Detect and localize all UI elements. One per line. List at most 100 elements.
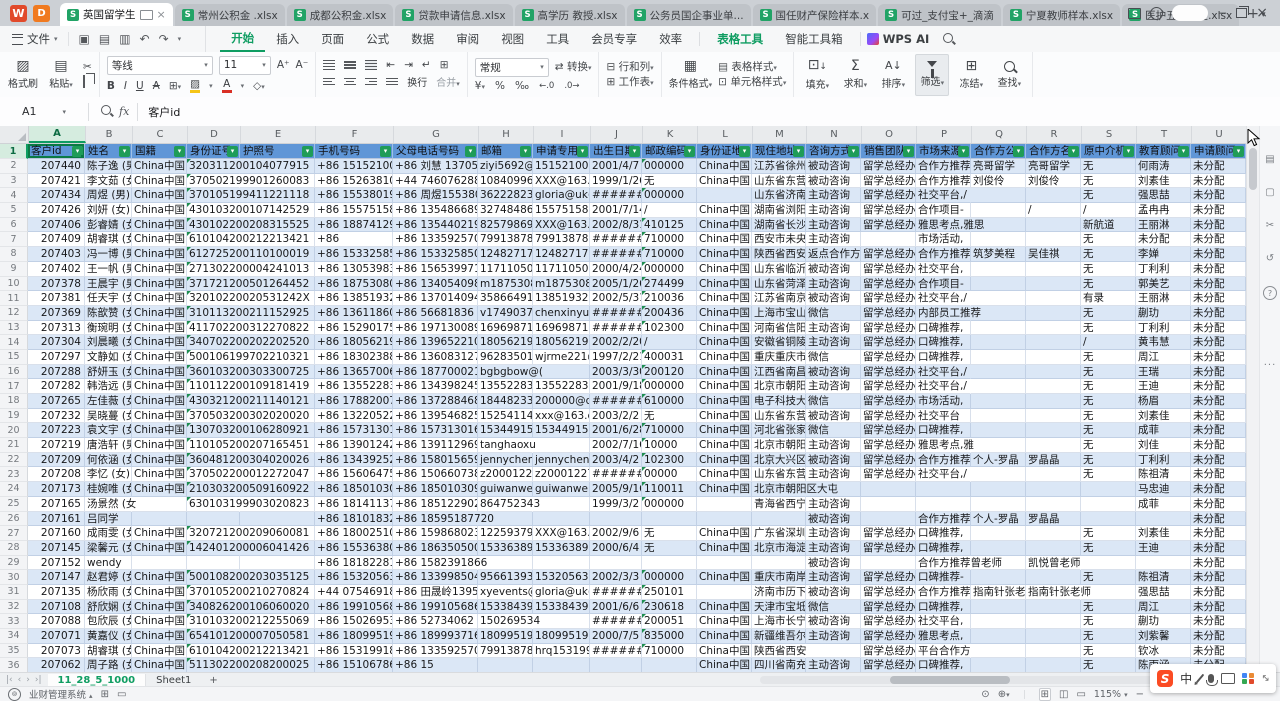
cell-J3[interactable]: 1999/1/26 xyxy=(590,174,642,189)
row-header-30[interactable]: 30 xyxy=(0,570,28,585)
cell-H33[interactable]: 150269534 xyxy=(478,614,533,629)
fx-icon[interactable]: fx xyxy=(119,105,129,118)
cell-G26[interactable]: +86 18595187720 xyxy=(393,512,478,527)
filter-icon-G[interactable]: ▾ xyxy=(465,146,476,157)
statusbar-icon-2[interactable]: ▭ xyxy=(117,689,126,700)
wrap-text-icon[interactable]: ↵ xyxy=(422,60,431,71)
ime-mic-icon[interactable] xyxy=(1208,674,1214,683)
cell-F2[interactable]: +86 15152100 xyxy=(315,159,393,174)
cell-Q22[interactable]: 个人-罗晶 xyxy=(971,453,1026,468)
cell-N4[interactable]: 主动咨询 xyxy=(806,188,861,203)
cell-K6[interactable]: 410125 xyxy=(642,218,697,233)
cell-C20[interactable]: China中国 xyxy=(132,423,187,438)
cell-K29[interactable] xyxy=(642,556,697,571)
cell-Q2[interactable]: 亮哥留学 xyxy=(971,159,1026,174)
row-header-7[interactable]: 7 xyxy=(0,232,28,247)
cell-J31[interactable]: ######## xyxy=(590,585,642,600)
cell-F28[interactable]: +86 15536380 xyxy=(315,541,393,556)
cell-G23[interactable]: +86 1506607386 xyxy=(393,467,478,482)
cell-A5[interactable]: 207426 xyxy=(28,203,85,218)
column-header-F[interactable]: F xyxy=(316,126,394,143)
side-panel-icon-2[interactable]: ▢ xyxy=(1265,187,1274,198)
locate-icon[interactable]: ⊕▾ xyxy=(998,689,1010,700)
menu-item-7[interactable]: 工具 xyxy=(535,27,580,51)
cell-I10[interactable]: m1875308 xyxy=(533,277,590,292)
file-tab-1[interactable]: S常州公积金 .xlsx xyxy=(175,4,285,26)
cell-T9[interactable]: 丁利利 xyxy=(1136,262,1191,277)
filter-icon-L[interactable]: ▾ xyxy=(739,146,750,157)
header-cell-M1[interactable]: 现住地址▾ xyxy=(752,144,806,159)
cell-R6[interactable] xyxy=(1026,218,1081,233)
cell-Q9[interactable] xyxy=(971,262,1026,277)
cell-C30[interactable]: China中国 xyxy=(132,570,187,585)
cell-P26[interactable]: 合作方推荐 xyxy=(916,512,971,527)
cell-H25[interactable]: 864752343 xyxy=(478,497,533,512)
cell-J27[interactable]: 2002/9/6 xyxy=(590,526,642,541)
cell-I26[interactable] xyxy=(533,512,590,527)
cell-L9[interactable]: China中国 xyxy=(697,262,752,277)
cell-L27[interactable]: China中国 xyxy=(697,526,752,541)
cell-D10[interactable]: 371721200501264452 xyxy=(187,277,240,292)
print-preview-icon[interactable]: ▥ xyxy=(119,32,130,46)
cell-C33[interactable]: China中国 xyxy=(132,614,187,629)
decrease-indent-icon[interactable]: ⇤ xyxy=(386,60,395,71)
row-header-14[interactable]: 14 xyxy=(0,335,28,350)
cell-T24[interactable]: 马忠迪 xyxy=(1136,482,1191,497)
column-header-S[interactable]: S xyxy=(1082,126,1137,143)
cell-J12[interactable]: ######## xyxy=(590,306,642,321)
cell-T32[interactable]: 周江 xyxy=(1136,600,1191,615)
cell-U2[interactable]: 未分配 xyxy=(1191,159,1246,174)
cell-I13[interactable]: 169698712 xyxy=(533,321,590,336)
cell-C10[interactable]: China中国 xyxy=(132,277,187,292)
cell-A18[interactable]: 207265 xyxy=(28,394,85,409)
cell-T17[interactable]: 王迪 xyxy=(1136,379,1191,394)
cell-D32[interactable]: 340826200106060020 xyxy=(187,600,240,615)
cell-U6[interactable]: 未分配 xyxy=(1191,218,1246,233)
system-menu[interactable]: 业财管理系统 ▴ xyxy=(29,687,93,701)
cell-M3[interactable]: 山东省东营 xyxy=(752,174,806,189)
cell-K3[interactable]: 无 xyxy=(642,174,697,189)
cell-N33[interactable]: 被动咨询 xyxy=(806,614,861,629)
worksheet-button[interactable]: ⊞ 工作表▾ xyxy=(606,77,653,88)
cell-J29[interactable] xyxy=(590,556,642,571)
underline-button[interactable]: U xyxy=(136,81,144,92)
cell-L29[interactable] xyxy=(697,556,752,571)
zoom-level[interactable]: 115% ▾ xyxy=(1094,689,1128,700)
cell-D3[interactable]: 370502199901260083 xyxy=(187,174,240,189)
column-header-B[interactable]: B xyxy=(86,126,133,143)
cell-I15[interactable]: wjrme221@ xyxy=(533,350,590,365)
cell-R32[interactable] xyxy=(1026,600,1081,615)
header-cell-F1[interactable]: 手机号码▾ xyxy=(315,144,393,159)
cell-R12[interactable] xyxy=(1026,306,1081,321)
cell-H22[interactable]: jennychen xyxy=(478,453,533,468)
cell-D15[interactable]: 500106199702210321 xyxy=(187,350,240,365)
cell-U27[interactable]: 未分配 xyxy=(1191,526,1246,541)
search-icon[interactable] xyxy=(943,32,953,46)
cell-K25[interactable]: 000000 xyxy=(642,497,697,512)
cell-O4[interactable]: 留学总经办 xyxy=(861,188,916,203)
cell-Q19[interactable] xyxy=(971,409,1026,424)
close-tab-icon[interactable]: × xyxy=(157,8,166,21)
cell-C16[interactable]: China中国 xyxy=(132,365,187,380)
cell-F34[interactable]: +86 18099519 xyxy=(315,629,393,644)
cell-D34[interactable]: 654101200007050581 xyxy=(187,629,240,644)
cell-F31[interactable]: +44 07546918 xyxy=(315,585,393,600)
cell-A30[interactable]: 207147 xyxy=(28,570,85,585)
cell-C17[interactable]: China中国 xyxy=(132,379,187,394)
cell-F6[interactable]: +86 18874129 xyxy=(315,218,393,233)
cell-S13[interactable]: 无 xyxy=(1081,321,1136,336)
cell-Q35[interactable] xyxy=(971,644,1026,659)
cell-B2[interactable]: 陈子逸 (男 xyxy=(85,159,132,174)
cell-J36[interactable] xyxy=(590,658,642,672)
cell-O35[interactable]: 留学总经办 xyxy=(861,644,916,659)
cell-I23[interactable]: z20001227 xyxy=(533,467,590,482)
cell-J13[interactable]: ######## xyxy=(590,321,642,336)
cell-S20[interactable]: 无 xyxy=(1081,423,1136,438)
cell-M19[interactable]: 山东省东营 xyxy=(752,409,806,424)
cell-R17[interactable] xyxy=(1026,379,1081,394)
cell-F27[interactable]: +86 18002510 xyxy=(315,526,393,541)
cell-O5[interactable]: 留学总经办 xyxy=(861,203,916,218)
cell-N34[interactable]: 主动咨询 xyxy=(806,629,861,644)
cell-N21[interactable]: 主动咨询 xyxy=(806,438,861,453)
cell-R20[interactable] xyxy=(1026,423,1081,438)
